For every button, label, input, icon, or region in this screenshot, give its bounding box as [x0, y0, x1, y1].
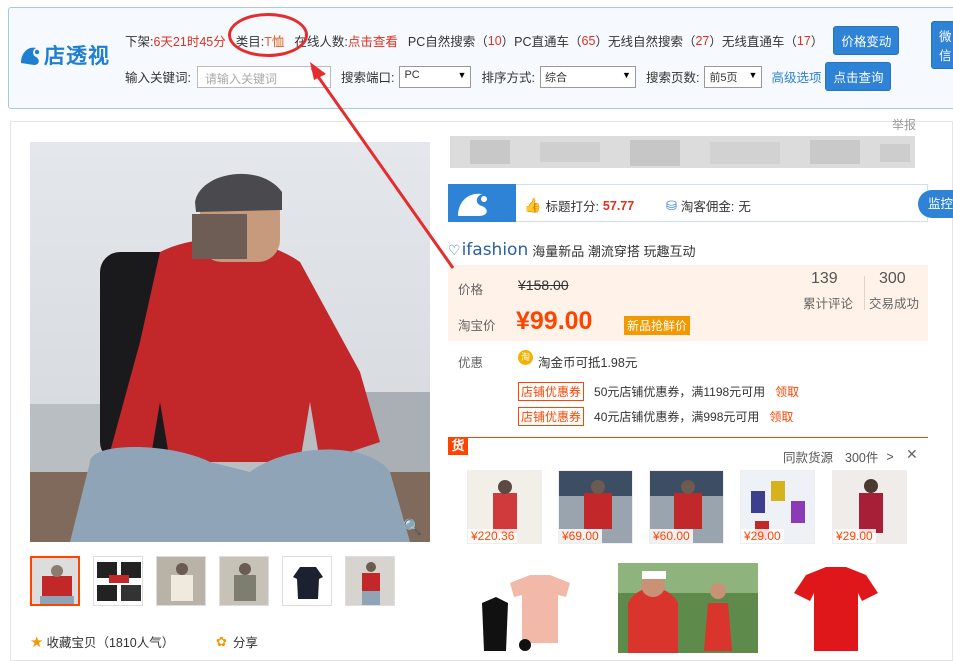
- annotation-arrow: [310, 62, 455, 269]
